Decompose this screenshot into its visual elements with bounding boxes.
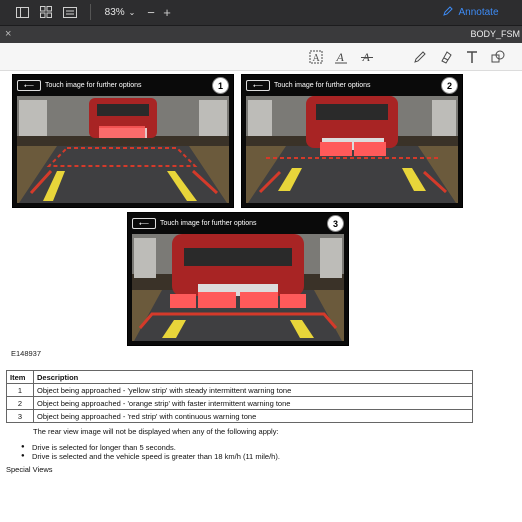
- grid-view-icon[interactable]: [38, 4, 54, 20]
- figure-number-badge: 2: [441, 77, 458, 94]
- item-description: Object being approached - 'orange strip'…: [33, 396, 473, 410]
- back-arrow-icon: ⟵: [17, 80, 41, 91]
- document-tab-title[interactable]: BODY_FSM: [470, 29, 520, 39]
- svg-text:A: A: [313, 53, 321, 64]
- item-number: 1: [6, 383, 34, 397]
- chevron-down-icon: ⌄: [128, 7, 136, 17]
- item-number: 3: [6, 409, 34, 423]
- list-item: Drive is selected for longer than 5 seco…: [21, 443, 280, 452]
- list-item: Drive is selected and the vehicle speed …: [21, 452, 280, 461]
- toolbar-divider: [90, 4, 91, 20]
- table-row: 2 Object being approached - 'orange stri…: [6, 396, 473, 410]
- figure-header: ⟵ Touch image for further options: [246, 78, 458, 93]
- table-row: 3 Object being approached - 'red strip' …: [6, 409, 473, 423]
- item-description-table: Item Description 1 Object being approach…: [6, 370, 473, 423]
- shapes-icon[interactable]: [489, 48, 507, 66]
- app-toolbar: 83% ⌄ − + Annotate: [0, 0, 522, 25]
- pdf-page: ⟵ Touch image for further options 1 ⟵ To…: [0, 71, 522, 522]
- close-tab-icon[interactable]: ×: [5, 28, 11, 40]
- figure-header-text: Touch image for further options: [274, 82, 371, 89]
- section-heading: Special Views: [6, 465, 53, 474]
- figure-header-text: Touch image for further options: [160, 220, 257, 227]
- zoom-select[interactable]: 83% ⌄: [103, 4, 137, 20]
- back-arrow-icon: ⟵: [132, 218, 156, 229]
- column-header: Description: [33, 370, 473, 384]
- table-row: 1 Object being approached - 'yellow stri…: [6, 383, 473, 397]
- eraser-icon[interactable]: [437, 48, 455, 66]
- zoom-out-icon[interactable]: −: [145, 4, 157, 20]
- figure-number-badge: 3: [327, 215, 344, 232]
- strikethrough-text-icon[interactable]: A: [358, 48, 376, 66]
- rear-camera-view-red: [132, 234, 344, 341]
- zoom-in-icon[interactable]: +: [161, 4, 173, 20]
- back-arrow-icon: ⟵: [246, 80, 270, 91]
- display-note: The rear view image will not be displaye…: [33, 427, 279, 436]
- text-tool-icon[interactable]: [463, 48, 481, 66]
- annotate-label: Annotate: [458, 6, 499, 18]
- figure-header-text: Touch image for further options: [45, 82, 142, 89]
- svg-text:A: A: [336, 50, 345, 64]
- rear-camera-view-yellow: [17, 96, 229, 203]
- zoom-level: 83%: [104, 6, 125, 18]
- table-header-row: Item Description: [6, 370, 473, 384]
- figure-header: ⟵ Touch image for further options: [132, 216, 344, 231]
- item-description: Object being approached - 'red strip' wi…: [33, 409, 473, 423]
- condition-list: Drive is selected for longer than 5 seco…: [21, 443, 280, 461]
- camera-figure-3: ⟵ Touch image for further options 3: [127, 212, 349, 346]
- page-layout-icon[interactable]: [62, 4, 78, 20]
- figure-number-badge: 1: [212, 77, 229, 94]
- column-header: Item: [6, 370, 34, 384]
- sidebar-toggle-icon[interactable]: [14, 4, 30, 20]
- document-tab-bar: × BODY_FSM: [0, 25, 522, 43]
- item-description: Object being approached - 'yellow strip'…: [33, 383, 473, 397]
- markup-toolbar: A A A: [0, 43, 522, 71]
- pen-icon: [443, 5, 454, 19]
- item-number: 2: [6, 396, 34, 410]
- figure-header: ⟵ Touch image for further options: [17, 78, 229, 93]
- figure-id: E148937: [11, 349, 42, 358]
- camera-figure-1: ⟵ Touch image for further options 1: [12, 74, 234, 208]
- pencil-icon[interactable]: [411, 48, 429, 66]
- annotate-button[interactable]: Annotate: [441, 4, 501, 20]
- underline-text-icon[interactable]: A: [332, 48, 350, 66]
- rear-camera-view-orange: [246, 96, 458, 203]
- text-box-icon[interactable]: A: [307, 48, 325, 66]
- camera-figure-2: ⟵ Touch image for further options 2: [241, 74, 463, 208]
